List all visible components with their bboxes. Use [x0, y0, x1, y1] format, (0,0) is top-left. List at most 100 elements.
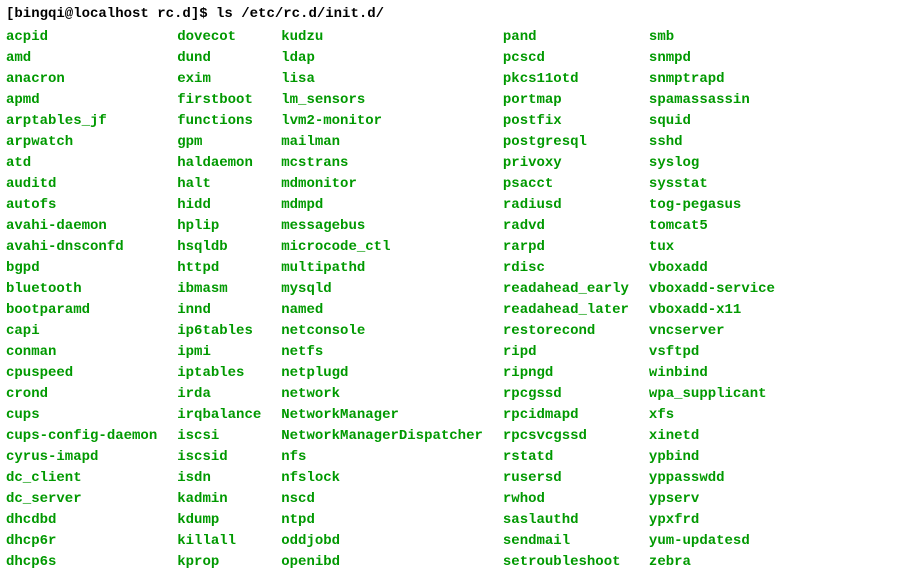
file-entry: pkcs11otd	[503, 69, 579, 90]
file-entry: portmap	[503, 90, 562, 111]
column-1: dovecotdundeximfirstbootfunctionsgpmhald…	[177, 27, 261, 573]
file-entry: avahi-daemon	[6, 216, 107, 237]
file-entry: ripngd	[503, 363, 553, 384]
file-entry: snmptrapd	[649, 69, 725, 90]
file-entry: tog-pegasus	[649, 195, 741, 216]
file-entry: hsqldb	[177, 237, 227, 258]
file-entry: rpcidmapd	[503, 405, 579, 426]
file-entry: nfslock	[281, 468, 340, 489]
file-entry: NetworkManager	[281, 405, 399, 426]
file-entry: kudzu	[281, 27, 323, 48]
file-entry: xfs	[649, 405, 674, 426]
file-entry: rstatd	[503, 447, 553, 468]
file-entry: ip6tables	[177, 321, 253, 342]
file-entry: haldaemon	[177, 153, 253, 174]
file-entry: NetworkManagerDispatcher	[281, 426, 483, 447]
file-entry: privoxy	[503, 153, 562, 174]
file-entry: radvd	[503, 216, 545, 237]
file-entry: mcstrans	[281, 153, 348, 174]
file-entry: ipmi	[177, 342, 211, 363]
file-entry: yum-updatesd	[649, 531, 750, 552]
file-entry: vboxadd-service	[649, 279, 775, 300]
file-entry: autofs	[6, 195, 56, 216]
file-entry: dhcp6r	[6, 531, 56, 552]
file-entry: postfix	[503, 111, 562, 132]
file-entry: firstboot	[177, 90, 253, 111]
file-entry: cpuspeed	[6, 363, 73, 384]
file-entry: atd	[6, 153, 31, 174]
file-entry: kprop	[177, 552, 219, 573]
file-entry: multipathd	[281, 258, 365, 279]
file-entry: arpwatch	[6, 132, 73, 153]
file-entry: anacron	[6, 69, 65, 90]
file-entry: halt	[177, 174, 211, 195]
file-entry: nfs	[281, 447, 306, 468]
file-entry: syslog	[649, 153, 699, 174]
file-entry: ntpd	[281, 510, 315, 531]
file-entry: netconsole	[281, 321, 365, 342]
file-entry: crond	[6, 384, 48, 405]
file-entry: rusersd	[503, 468, 562, 489]
file-entry: acpid	[6, 27, 48, 48]
file-entry: sendmail	[503, 531, 570, 552]
file-entry: setroubleshoot	[503, 552, 621, 573]
file-entry: microcode_ctl	[281, 237, 390, 258]
column-4: smbsnmpdsnmptrapdspamassassinsquidsshdsy…	[649, 27, 775, 573]
file-entry: rpcsvcgssd	[503, 426, 587, 447]
file-entry: bootparamd	[6, 300, 90, 321]
file-entry: nscd	[281, 489, 315, 510]
file-entry: oddjobd	[281, 531, 340, 552]
file-entry: sysstat	[649, 174, 708, 195]
file-entry: yppasswdd	[649, 468, 725, 489]
file-entry: openibd	[281, 552, 340, 573]
file-entry: irqbalance	[177, 405, 261, 426]
file-entry: ypbind	[649, 447, 699, 468]
file-entry: cups	[6, 405, 40, 426]
file-entry: netfs	[281, 342, 323, 363]
file-entry: httpd	[177, 258, 219, 279]
file-entry: psacct	[503, 174, 553, 195]
file-entry: iscsid	[177, 447, 227, 468]
file-entry: mysqld	[281, 279, 331, 300]
file-entry: kdump	[177, 510, 219, 531]
file-entry: radiusd	[503, 195, 562, 216]
file-entry: postgresql	[503, 132, 587, 153]
file-entry: isdn	[177, 468, 211, 489]
file-entry: rarpd	[503, 237, 545, 258]
file-entry: messagebus	[281, 216, 365, 237]
file-entry: conman	[6, 342, 56, 363]
file-entry: readahead_early	[503, 279, 629, 300]
file-entry: hidd	[177, 195, 211, 216]
file-entry: ldap	[281, 48, 315, 69]
file-entry: sshd	[649, 132, 683, 153]
file-entry: gpm	[177, 132, 202, 153]
file-entry: killall	[177, 531, 236, 552]
shell-prompt: [bingqi@localhost rc.d]$ ls /etc/rc.d/in…	[6, 4, 908, 25]
file-entry: irda	[177, 384, 211, 405]
file-entry: tomcat5	[649, 216, 708, 237]
file-entry: innd	[177, 300, 211, 321]
file-entry: auditd	[6, 174, 56, 195]
file-entry: cyrus-imapd	[6, 447, 98, 468]
file-entry: dhcp6s	[6, 552, 56, 573]
file-entry: netplugd	[281, 363, 348, 384]
file-entry: vboxadd-x11	[649, 300, 741, 321]
file-entry: dc_client	[6, 468, 82, 489]
file-entry: lisa	[281, 69, 315, 90]
file-entry: network	[281, 384, 340, 405]
file-entry: pcscd	[503, 48, 545, 69]
file-entry: vsftpd	[649, 342, 699, 363]
file-entry: tux	[649, 237, 674, 258]
file-entry: bluetooth	[6, 279, 82, 300]
file-entry: xinetd	[649, 426, 699, 447]
file-entry: spamassassin	[649, 90, 750, 111]
file-entry: mailman	[281, 132, 340, 153]
file-entry: mdmpd	[281, 195, 323, 216]
file-entry: lm_sensors	[281, 90, 365, 111]
column-3: pandpcscdpkcs11otdportmappostfixpostgres…	[503, 27, 629, 573]
file-entry: dovecot	[177, 27, 236, 48]
file-entry: kadmin	[177, 489, 227, 510]
file-entry: exim	[177, 69, 211, 90]
file-entry: bgpd	[6, 258, 40, 279]
file-entry: functions	[177, 111, 253, 132]
